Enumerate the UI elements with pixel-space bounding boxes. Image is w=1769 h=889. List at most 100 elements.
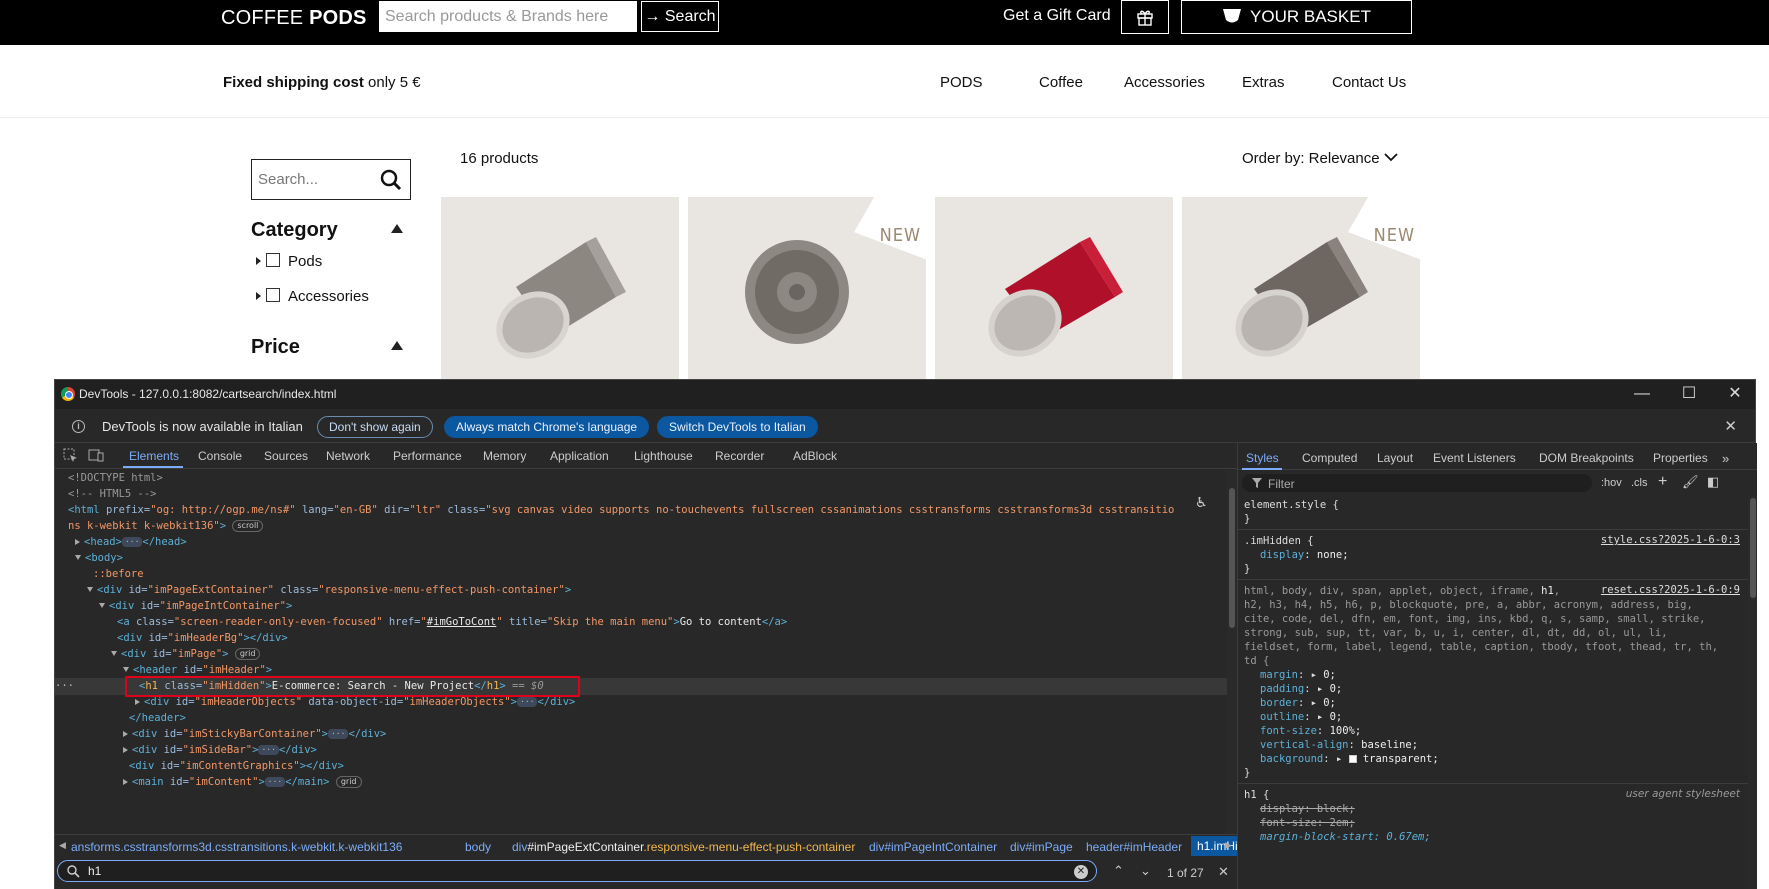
expand-arrow-icon[interactable] (135, 699, 140, 705)
tab-sources[interactable]: Sources (264, 449, 308, 463)
dom-scroll-thumb[interactable] (1229, 488, 1235, 628)
styles-filter-input[interactable]: Filter (1242, 474, 1592, 492)
ellipsis-badge[interactable]: ··· (121, 537, 143, 547)
category-checkbox[interactable] (266, 253, 280, 267)
search-prev-icon[interactable]: ⌃ (1113, 863, 1124, 879)
grid-badge[interactable]: grid (335, 776, 362, 788)
dom-html-tag[interactable]: <html prefix="og: http://ogp.me/ns#" lan… (68, 502, 1174, 518)
dom-body[interactable]: <body> (75, 550, 123, 566)
tab-memory[interactable]: Memory (483, 449, 526, 463)
search-icon[interactable] (380, 169, 402, 191)
dom-main[interactable]: <main id="imContent"> ··· </main> grid (123, 774, 362, 790)
product-card[interactable]: NEW (688, 197, 926, 380)
dom-content-graphics[interactable]: <div id="imContentGraphics"></div> (129, 758, 344, 774)
dom-scrollbar[interactable] (1227, 470, 1237, 834)
outline-declaration[interactable]: outline: ▸ 0; (1260, 710, 1342, 724)
dom-before[interactable]: ::before (93, 566, 144, 582)
reset-selector-4[interactable]: strong, sub, sup, tt, var, b, u, i, cent… (1244, 626, 1668, 640)
new-rule-icon[interactable]: + (1658, 473, 1667, 491)
nav-contact[interactable]: Contact Us (1332, 74, 1406, 91)
tab-application[interactable]: Application (550, 449, 609, 463)
scroll-badge[interactable]: scroll (232, 520, 264, 532)
display-declaration[interactable]: display: none; (1260, 548, 1349, 562)
more-tabs-icon[interactable]: » (1722, 451, 1729, 466)
ellipsis-badge[interactable]: ··· (264, 777, 286, 787)
collapse-arrow-icon[interactable] (75, 555, 81, 560)
dom-header-close[interactable]: </header> (129, 710, 186, 726)
expand-icon[interactable] (256, 292, 261, 300)
dom-sticky-bar[interactable]: <div id="imStickyBarContainer"> ··· </div> (123, 726, 386, 742)
tab-properties[interactable]: Properties (1653, 451, 1708, 465)
nav-accessories[interactable]: Accessories (1124, 74, 1205, 91)
tab-elements[interactable]: Elements (129, 449, 179, 463)
ua-display-declaration[interactable]: display: block; (1260, 802, 1355, 816)
hov-toggle[interactable]: :hov (1601, 477, 1622, 489)
gift-button[interactable] (1121, 0, 1169, 34)
inspect-element-icon[interactable] (63, 448, 78, 463)
collapse-arrow-icon[interactable] (99, 603, 105, 608)
expand-icon[interactable] (256, 257, 261, 265)
row-ellipsis[interactable]: ··· (55, 678, 74, 694)
dom-head[interactable]: <head> ··· </head> (75, 534, 187, 550)
breadcrumb-left-arrow-icon[interactable]: ◀ (59, 840, 66, 851)
basket-button[interactable]: YOUR BASKET (1181, 0, 1412, 34)
infobar-close-icon[interactable]: ✕ (1724, 417, 1737, 435)
tab-network[interactable]: Network (326, 449, 370, 463)
search-next-icon[interactable]: ⌄ (1140, 863, 1151, 879)
switch-italian-button[interactable]: Switch DevTools to Italian (657, 416, 818, 438)
dom-header-bg[interactable]: <div id="imHeaderBg"></div> (117, 630, 288, 646)
breadcrumb-ext-container[interactable]: div#imPageExtContainer.responsive-menu-e… (512, 840, 855, 854)
dom-html-tag-cont[interactable]: ns k-webkit k-webkit136"> scroll (68, 518, 264, 534)
ellipsis-badge[interactable]: ··· (258, 745, 279, 755)
tab-lighthouse[interactable]: Lighthouse (634, 449, 693, 463)
accessibility-icon[interactable]: ♿ (1195, 494, 1208, 511)
dom-doctype[interactable]: <!DOCTYPE html> (68, 470, 163, 486)
breadcrumb-header[interactable]: header#imHeader (1086, 840, 1182, 854)
grid-badge[interactable]: grid (234, 648, 261, 660)
cls-toggle[interactable]: .cls (1631, 477, 1648, 489)
tab-recorder[interactable]: Recorder (715, 449, 764, 463)
header-search-button[interactable]: → Search (641, 1, 719, 32)
breadcrumb-impage[interactable]: div#imPage (1010, 840, 1073, 854)
category-collapse-icon[interactable] (391, 224, 403, 233)
nav-coffee[interactable]: Coffee (1039, 74, 1083, 91)
breadcrumb-int-container[interactable]: div#imPageIntContainer (869, 840, 997, 854)
gift-card-link[interactable]: Get a Gift Card (1003, 7, 1111, 25)
category-checkbox[interactable] (266, 288, 280, 302)
expand-arrow-icon[interactable] (123, 747, 128, 753)
search-close-icon[interactable]: ✕ (1218, 864, 1229, 880)
collapse-arrow-icon[interactable] (123, 667, 129, 672)
tab-layout[interactable]: Layout (1377, 451, 1413, 465)
nav-pods[interactable]: PODS (940, 74, 983, 91)
reset-css-source-link[interactable]: reset.css?2025-1-6-0:9 (1601, 584, 1740, 596)
h1-ua-selector[interactable]: h1 { (1244, 788, 1269, 802)
background-declaration[interactable]: background: ▸ transparent; (1260, 752, 1439, 766)
close-icon[interactable]: ✕ (1725, 384, 1745, 404)
sidebar-toggle-icon[interactable]: ◧ (1707, 474, 1719, 490)
tab-console[interactable]: Console (198, 449, 242, 463)
dom-header-objects[interactable]: <div id="imHeaderObjects" data-object-id… (135, 694, 575, 710)
color-swatch[interactable] (1348, 755, 1357, 763)
nav-extras[interactable]: Extras (1242, 74, 1285, 91)
padding-declaration[interactable]: padding: ▸ 0; (1260, 682, 1342, 696)
maximize-icon[interactable]: ☐ (1679, 384, 1699, 404)
dom-ext-container[interactable]: <div id="imPageExtContainer" class="resp… (87, 582, 571, 598)
category-item-pods[interactable]: Pods (256, 253, 322, 270)
expand-arrow-icon[interactable] (123, 779, 128, 785)
minimize-icon[interactable]: — (1632, 384, 1652, 404)
reset-selector-6[interactable]: td { (1244, 654, 1269, 668)
tab-performance[interactable]: Performance (393, 449, 462, 463)
paint-icon[interactable]: 🖌 (1682, 474, 1699, 490)
ellipsis-badge[interactable]: ··· (517, 697, 538, 707)
dom-sidebar[interactable]: <div id="imSideBar"> ··· </div> (123, 742, 317, 758)
header-search-input[interactable]: Search products & Brands here (379, 1, 637, 32)
reset-selector-3[interactable]: cite, code, del, dfn, em, font, img, ins… (1244, 612, 1705, 626)
font-size-declaration[interactable]: font-size: 100%; (1260, 724, 1361, 738)
reset-selector-1[interactable]: html, body, div, span, applet, object, i… (1244, 584, 1560, 598)
breadcrumb-body[interactable]: body (465, 840, 491, 854)
product-card[interactable] (441, 197, 679, 380)
dom-impage[interactable]: <div id="imPage"> grid (111, 646, 261, 662)
tab-adblock[interactable]: AdBlock (793, 449, 837, 463)
tab-computed[interactable]: Computed (1302, 451, 1357, 465)
price-collapse-icon[interactable] (391, 341, 403, 350)
